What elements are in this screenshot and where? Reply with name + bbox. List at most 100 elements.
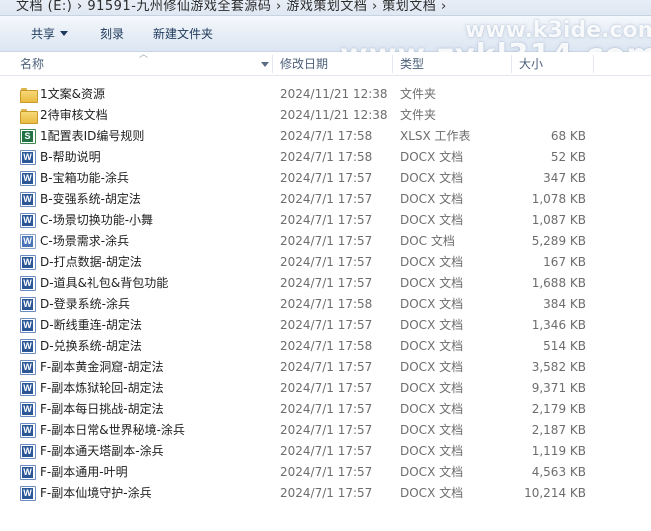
column-divider[interactable] <box>593 55 594 73</box>
file-date: 2024/7/1 17:57 <box>280 234 373 248</box>
file-name: F-副本通用-叶明 <box>40 465 128 479</box>
word-icon <box>20 486 36 501</box>
column-divider[interactable] <box>511 55 512 73</box>
file-type: DOCX 文档 <box>400 297 464 311</box>
file-row[interactable]: F-副本仙境守护-涂兵 2024/7/1 17:57 DOCX 文档 10,214 K… <box>0 483 651 504</box>
column-name[interactable]: 名称 <box>20 52 44 76</box>
share-button[interactable]: 共享 <box>31 24 69 44</box>
file-row[interactable]: D-登录系统-涂兵 2024/7/1 17:58 DOCX 文档 384 KB <box>0 294 651 315</box>
file-size: 3,582 KB <box>531 360 586 374</box>
file-type: DOCX 文档 <box>400 381 464 395</box>
file-date: 2024/11/21 12:38 <box>280 87 388 101</box>
file-date: 2024/7/1 17:58 <box>280 129 373 143</box>
file-name: F-副本日常&世界秘境-涂兵 <box>40 423 185 437</box>
file-size: 167 KB <box>543 255 586 269</box>
file-type: DOCX 文档 <box>400 318 464 332</box>
file-name: D-断线重连-胡定法 <box>40 318 142 332</box>
file-row[interactable]: F-副本通天塔副本-涂兵 2024/7/1 17:57 DOCX 文档 1,119 K… <box>0 441 651 462</box>
file-row[interactable]: D-道具&礼包&背包功能 2024/7/1 17:57 DOCX 文档 1,688 K… <box>0 273 651 294</box>
address-bar[interactable]: 文档 (E:) › 91591-九州修仙游戏全套源码 › 游戏策划文档 › 策划… <box>0 0 651 16</box>
file-row[interactable]: B-宝箱功能-涂兵 2024/7/1 17:57 DOCX 文档 347 KB <box>0 168 651 189</box>
file-type: DOCX 文档 <box>400 360 464 374</box>
file-row[interactable]: C-场景切换功能-小舞 2024/7/1 17:57 DOCX 文档 1,087 KB <box>0 210 651 231</box>
file-row[interactable]: D-兑换系统-胡定法 2024/7/1 17:58 DOCX 文档 514 KB <box>0 336 651 357</box>
file-row[interactable]: F-副本日常&世界秘境-涂兵 2024/7/1 17:57 DOCX 文档 2,187… <box>0 420 651 441</box>
sort-up-icon: ︿ <box>139 50 149 60</box>
file-type: DOCX 文档 <box>400 486 464 500</box>
file-name: B-变强系统-胡定法 <box>40 192 141 206</box>
column-size[interactable]: 大小 <box>519 52 543 76</box>
file-type: DOCX 文档 <box>400 444 464 458</box>
file-row[interactable]: 2待审核文档 2024/11/21 12:38 文件夹 <box>0 105 651 126</box>
folder-icon <box>20 108 38 124</box>
file-name: F-副本黄金洞窟-胡定法 <box>40 360 164 374</box>
watermark-top: www.k3ide.com <box>465 18 651 43</box>
column-divider[interactable] <box>392 55 393 73</box>
new-folder-button[interactable]: 新建文件夹 <box>153 24 213 44</box>
file-row[interactable]: 1文案&资源 2024/11/21 12:38 文件夹 <box>0 84 651 105</box>
file-type: DOCX 文档 <box>400 423 464 437</box>
file-name: C-场景需求-涂兵 <box>40 234 130 248</box>
file-type: XLSX 工作表 <box>400 129 471 143</box>
file-size: 1,119 KB <box>531 444 586 458</box>
file-type: DOCX 文档 <box>400 171 464 185</box>
word-icon <box>20 171 36 186</box>
file-name: D-道具&礼包&背包功能 <box>40 276 169 290</box>
word-icon <box>20 276 36 291</box>
file-size: 4,563 KB <box>531 465 586 479</box>
command-toolbar: 共享 刻录 新建文件夹 www.k3ide.com www.zykl314.co… <box>0 16 651 73</box>
word-icon <box>20 318 36 333</box>
file-name: B-帮助说明 <box>40 150 101 164</box>
file-row[interactable]: C-场景需求-涂兵 2024/7/1 17:57 DOC 文档 5,289 KB <box>0 231 651 252</box>
file-type: DOCX 文档 <box>400 276 464 290</box>
file-date: 2024/7/1 17:58 <box>280 150 373 164</box>
column-date[interactable]: 修改日期 <box>280 52 328 76</box>
file-size: 52 KB <box>550 150 586 164</box>
file-name: 2待审核文档 <box>40 108 108 122</box>
burn-button[interactable]: 刻录 <box>100 24 124 44</box>
file-list: 1文案&资源 2024/11/21 12:38 文件夹 2待审核文档 2024/11/2… <box>0 84 651 531</box>
file-date: 2024/7/1 17:57 <box>280 465 373 479</box>
file-name: B-宝箱功能-涂兵 <box>40 171 129 185</box>
address-path[interactable]: 文档 (E:) › 91591-九州修仙游戏全套源码 › 游戏策划文档 › 策划… <box>16 0 447 14</box>
file-row[interactable]: B-帮助说明 2024/7/1 17:58 DOCX 文档 52 KB <box>0 147 651 168</box>
file-size: 514 KB <box>543 339 586 353</box>
file-date: 2024/7/1 17:57 <box>280 444 373 458</box>
file-row[interactable]: F-副本通用-叶明 2024/7/1 17:57 DOCX 文档 4,563 KB <box>0 462 651 483</box>
word-icon <box>20 192 36 207</box>
file-row[interactable]: D-断线重连-胡定法 2024/7/1 17:57 DOCX 文档 1,346 KB <box>0 315 651 336</box>
file-type: DOCX 文档 <box>400 255 464 269</box>
share-button-label: 共享 <box>31 27 56 41</box>
folder-icon <box>20 87 38 103</box>
file-row[interactable]: 1配置表ID编号规则 2024/7/1 17:58 XLSX 工作表 68 KB <box>0 126 651 147</box>
file-date: 2024/7/1 17:57 <box>280 423 373 437</box>
file-date: 2024/11/21 12:38 <box>280 108 388 122</box>
file-row[interactable]: F-副本每日挑战-胡定法 2024/7/1 17:57 DOCX 文档 2,179 K… <box>0 399 651 420</box>
file-name: F-副本每日挑战-胡定法 <box>40 402 164 416</box>
word-icon <box>20 381 36 396</box>
file-type: DOCX 文档 <box>400 465 464 479</box>
file-date: 2024/7/1 17:57 <box>280 213 373 227</box>
file-type: DOC 文档 <box>400 234 455 248</box>
word-icon <box>20 213 36 228</box>
file-row[interactable]: B-变强系统-胡定法 2024/7/1 17:57 DOCX 文档 1,078 KB <box>0 189 651 210</box>
file-row[interactable]: F-副本炼狱轮回-胡定法 2024/7/1 17:57 DOCX 文档 9,371 K… <box>0 378 651 399</box>
chevron-down-icon <box>60 31 69 36</box>
column-filter-dropdown-icon[interactable] <box>261 62 269 67</box>
file-name: 1配置表ID编号规则 <box>40 129 145 143</box>
file-row[interactable]: D-打点数据-胡定法 2024/7/1 17:57 DOCX 文档 167 KB <box>0 252 651 273</box>
file-date: 2024/7/1 17:58 <box>280 297 373 311</box>
word-icon <box>20 444 36 459</box>
file-date: 2024/7/1 17:57 <box>280 360 373 374</box>
file-row[interactable]: F-副本黄金洞窟-胡定法 2024/7/1 17:57 DOCX 文档 3,582 K… <box>0 357 651 378</box>
column-divider[interactable] <box>272 55 273 73</box>
word-icon <box>20 402 36 417</box>
file-size: 2,179 KB <box>531 402 586 416</box>
column-type[interactable]: 类型 <box>400 52 424 76</box>
file-name: F-副本炼狱轮回-胡定法 <box>40 381 164 395</box>
file-name: F-副本仙境守护-涂兵 <box>40 486 152 500</box>
file-date: 2024/7/1 17:57 <box>280 381 373 395</box>
file-date: 2024/7/1 17:57 <box>280 318 373 332</box>
column-header: ︿ 名称 修改日期 类型 大小 <box>0 50 651 76</box>
file-date: 2024/7/1 17:58 <box>280 339 373 353</box>
